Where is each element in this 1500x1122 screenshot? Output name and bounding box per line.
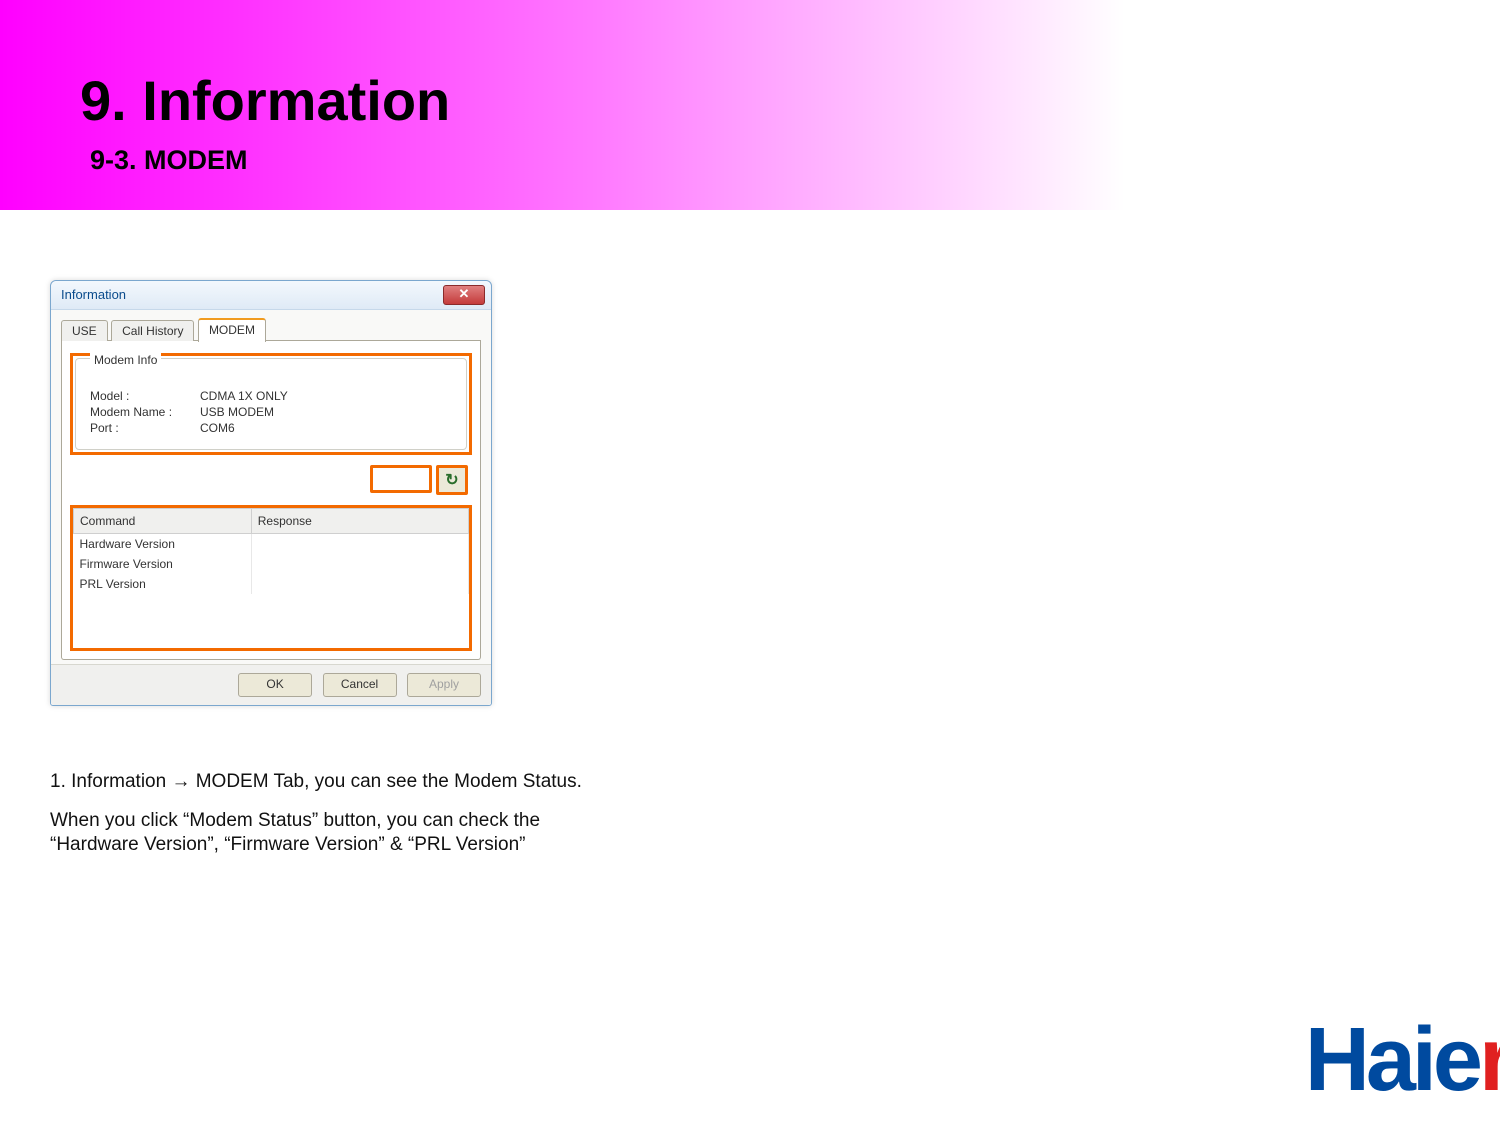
dialog-title: Information [61, 287, 126, 302]
cell-response [251, 554, 468, 574]
row-port: Port : COM6 [90, 421, 452, 435]
table-row[interactable]: PRL Version [74, 574, 469, 594]
cell-command: Hardware Version [74, 534, 252, 555]
description-p2: When you click “Modem Status” button, yo… [50, 809, 590, 858]
tab-modem[interactable]: MODEM [198, 318, 266, 342]
value-model: CDMA 1X ONLY [200, 389, 452, 403]
dialog-footer: OK Cancel Apply [51, 664, 491, 705]
value-modem-name: USB MODEM [200, 405, 452, 419]
blank-button[interactable] [370, 465, 432, 493]
table-row[interactable]: Hardware Version [74, 534, 469, 555]
dialog-titlebar[interactable]: Information ✕ [51, 281, 491, 310]
page-subtitle: 9-3. MODEM [90, 145, 248, 176]
logo-text-main: Haie [1305, 1010, 1479, 1110]
tab-call-history[interactable]: Call History [111, 320, 194, 341]
ok-button[interactable]: OK [238, 673, 312, 697]
value-port: COM6 [200, 421, 452, 435]
information-dialog: Information ✕ USE Call History MODEM Mod… [50, 280, 492, 706]
dialog-body: USE Call History MODEM Modem Info Model … [51, 310, 491, 664]
modem-status-button[interactable]: ↻ [436, 465, 468, 495]
fieldset-legend: Modem Info [90, 353, 161, 367]
description-p1: 1. Information → MODEM Tab, you can see … [50, 770, 590, 795]
label-modem-name: Modem Name : [90, 405, 200, 419]
cell-response [251, 574, 468, 594]
table-spacer [74, 594, 469, 648]
close-icon: ✕ [459, 286, 470, 301]
col-command[interactable]: Command [74, 509, 252, 534]
action-row: ↻ [70, 465, 472, 495]
description-block: 1. Information → MODEM Tab, you can see … [50, 770, 590, 872]
haier-logo: Haier [1305, 1009, 1500, 1112]
logo-text-last: r [1479, 1010, 1500, 1110]
cell-command: PRL Version [74, 574, 252, 594]
cell-response [251, 534, 468, 555]
tab-use[interactable]: USE [61, 320, 108, 341]
label-model: Model : [90, 389, 200, 403]
modem-info-fieldset: Modem Info Model : CDMA 1X ONLY Modem Na… [75, 358, 467, 450]
cancel-button[interactable]: Cancel [323, 673, 397, 697]
close-button[interactable]: ✕ [443, 285, 485, 305]
row-modem-name: Modem Name : USB MODEM [90, 405, 452, 419]
modem-info-highlight: Modem Info Model : CDMA 1X ONLY Modem Na… [70, 353, 472, 455]
version-table: Command Response Hardware Version Firmwa… [73, 508, 469, 648]
label-port: Port : [90, 421, 200, 435]
tab-panel-modem: Modem Info Model : CDMA 1X ONLY Modem Na… [61, 341, 481, 660]
page-title: 9. Information [80, 68, 450, 133]
col-response[interactable]: Response [251, 509, 468, 534]
tab-bar: USE Call History MODEM [61, 318, 481, 341]
version-table-highlight: Command Response Hardware Version Firmwa… [70, 505, 472, 651]
cell-command: Firmware Version [74, 554, 252, 574]
table-row[interactable]: Firmware Version [74, 554, 469, 574]
refresh-icon: ↻ [445, 470, 458, 490]
row-model: Model : CDMA 1X ONLY [90, 389, 452, 403]
apply-button: Apply [407, 673, 481, 697]
